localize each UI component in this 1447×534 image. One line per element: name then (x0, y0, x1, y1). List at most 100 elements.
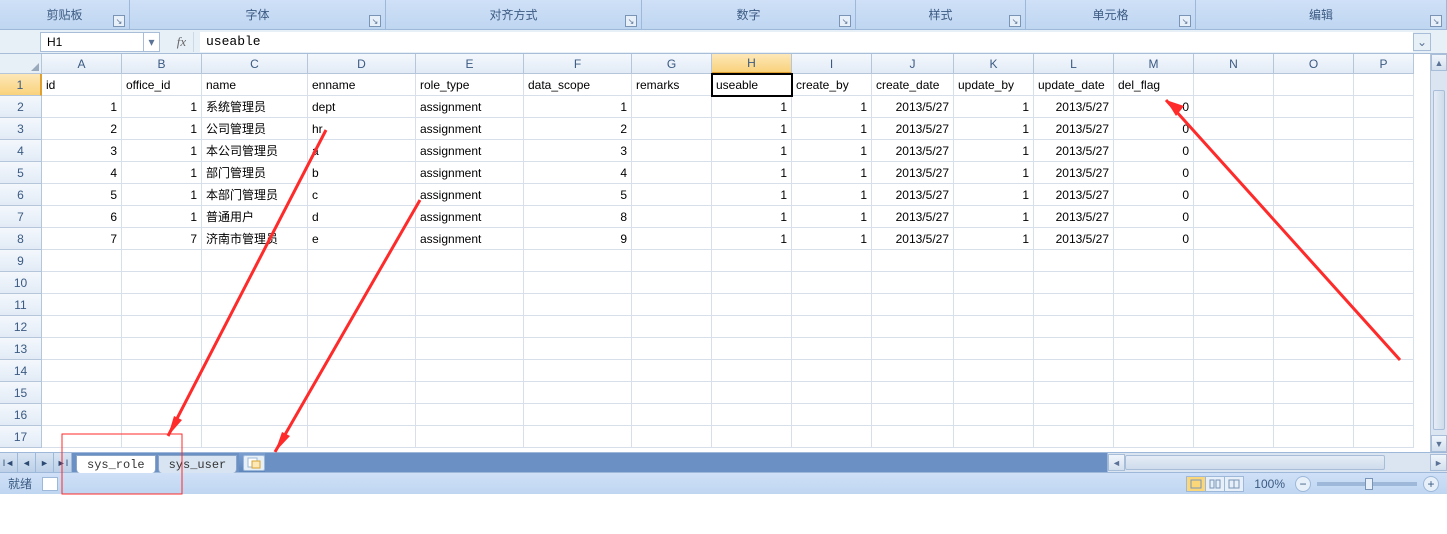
zoom-slider-thumb[interactable] (1365, 478, 1373, 490)
cell-D11[interactable] (308, 294, 416, 316)
cell-B15[interactable] (122, 382, 202, 404)
cell-L17[interactable] (1034, 426, 1114, 448)
cell-K2[interactable]: 1 (954, 96, 1034, 118)
tab-prev-button[interactable]: ◄ (18, 453, 36, 472)
cell-H9[interactable] (712, 250, 792, 272)
cell-A3[interactable]: 2 (42, 118, 122, 140)
formula-input[interactable] (200, 32, 1413, 52)
col-header-A[interactable]: A (42, 54, 122, 74)
cell-E2[interactable]: assignment (416, 96, 524, 118)
cell-H4[interactable]: 1 (712, 140, 792, 162)
cell-G17[interactable] (632, 426, 712, 448)
cell-I13[interactable] (792, 338, 872, 360)
cell-J7[interactable]: 2013/5/27 (872, 206, 954, 228)
cell-F12[interactable] (524, 316, 632, 338)
cell-L4[interactable]: 2013/5/27 (1034, 140, 1114, 162)
dialog-launcher-icon[interactable]: ↘ (369, 15, 381, 27)
cell-E7[interactable]: assignment (416, 206, 524, 228)
cell-H17[interactable] (712, 426, 792, 448)
cell-J16[interactable] (872, 404, 954, 426)
cell-C12[interactable] (202, 316, 308, 338)
cell-E4[interactable]: assignment (416, 140, 524, 162)
cell-G9[interactable] (632, 250, 712, 272)
cell-F1[interactable]: data_scope (524, 74, 632, 96)
cell-I10[interactable] (792, 272, 872, 294)
cell-I5[interactable]: 1 (792, 162, 872, 184)
cell-P17[interactable] (1354, 426, 1414, 448)
cell-N4[interactable] (1194, 140, 1274, 162)
cell-J5[interactable]: 2013/5/27 (872, 162, 954, 184)
cells-area[interactable]: idoffice_idnameennamerole_typedata_scope… (42, 74, 1429, 452)
cell-E1[interactable]: role_type (416, 74, 524, 96)
cell-M14[interactable] (1114, 360, 1194, 382)
dialog-launcher-icon[interactable]: ↘ (113, 15, 125, 27)
row-header-11[interactable]: 11 (0, 294, 42, 316)
cell-F14[interactable] (524, 360, 632, 382)
row-header-1[interactable]: 1 (0, 74, 42, 96)
cell-P12[interactable] (1354, 316, 1414, 338)
col-header-G[interactable]: G (632, 54, 712, 74)
cell-K14[interactable] (954, 360, 1034, 382)
cell-K12[interactable] (954, 316, 1034, 338)
cell-O16[interactable] (1274, 404, 1354, 426)
cell-G12[interactable] (632, 316, 712, 338)
cell-D7[interactable]: d (308, 206, 416, 228)
cell-F10[interactable] (524, 272, 632, 294)
sheet-tab-sys_role[interactable]: sys_role (76, 455, 156, 473)
cell-J8[interactable]: 2013/5/27 (872, 228, 954, 250)
cell-L12[interactable] (1034, 316, 1114, 338)
cell-G16[interactable] (632, 404, 712, 426)
dialog-launcher-icon[interactable]: ↘ (839, 15, 851, 27)
cell-A15[interactable] (42, 382, 122, 404)
cell-M5[interactable]: 0 (1114, 162, 1194, 184)
new-sheet-button[interactable] (243, 455, 265, 471)
cell-E12[interactable] (416, 316, 524, 338)
col-header-H[interactable]: H (712, 54, 792, 74)
cell-F5[interactable]: 4 (524, 162, 632, 184)
cell-C11[interactable] (202, 294, 308, 316)
cell-C8[interactable]: 济南市管理员 (202, 228, 308, 250)
row-header-12[interactable]: 12 (0, 316, 42, 338)
cell-I14[interactable] (792, 360, 872, 382)
cell-C3[interactable]: 公司管理员 (202, 118, 308, 140)
cell-F17[interactable] (524, 426, 632, 448)
sheet-tab-sys_user[interactable]: sys_user (158, 455, 238, 473)
zoom-out-button[interactable]: − (1295, 476, 1311, 492)
cell-B13[interactable] (122, 338, 202, 360)
view-normal-button[interactable] (1186, 476, 1206, 492)
cell-H12[interactable] (712, 316, 792, 338)
cell-J13[interactable] (872, 338, 954, 360)
zoom-level-label[interactable]: 100% (1254, 477, 1285, 491)
row-header-14[interactable]: 14 (0, 360, 42, 382)
fx-button[interactable]: fx (170, 32, 194, 52)
cell-J12[interactable] (872, 316, 954, 338)
cell-M13[interactable] (1114, 338, 1194, 360)
cell-J9[interactable] (872, 250, 954, 272)
cell-B11[interactable] (122, 294, 202, 316)
cell-M7[interactable]: 0 (1114, 206, 1194, 228)
col-header-P[interactable]: P (1354, 54, 1414, 74)
col-header-F[interactable]: F (524, 54, 632, 74)
cell-O3[interactable] (1274, 118, 1354, 140)
cell-O8[interactable] (1274, 228, 1354, 250)
cell-H5[interactable]: 1 (712, 162, 792, 184)
cell-C10[interactable] (202, 272, 308, 294)
cell-B6[interactable]: 1 (122, 184, 202, 206)
cell-G1[interactable]: remarks (632, 74, 712, 96)
cell-M2[interactable]: 0 (1114, 96, 1194, 118)
cell-E13[interactable] (416, 338, 524, 360)
row-header-4[interactable]: 4 (0, 140, 42, 162)
cell-I3[interactable]: 1 (792, 118, 872, 140)
cell-B8[interactable]: 7 (122, 228, 202, 250)
zoom-slider[interactable] (1317, 482, 1417, 486)
tab-next-button[interactable]: ► (36, 453, 54, 472)
cell-P9[interactable] (1354, 250, 1414, 272)
col-header-C[interactable]: C (202, 54, 308, 74)
cell-O14[interactable] (1274, 360, 1354, 382)
cell-P7[interactable] (1354, 206, 1414, 228)
dialog-launcher-icon[interactable]: ↘ (1179, 15, 1191, 27)
cell-L10[interactable] (1034, 272, 1114, 294)
cell-I6[interactable]: 1 (792, 184, 872, 206)
cell-F13[interactable] (524, 338, 632, 360)
cell-A11[interactable] (42, 294, 122, 316)
